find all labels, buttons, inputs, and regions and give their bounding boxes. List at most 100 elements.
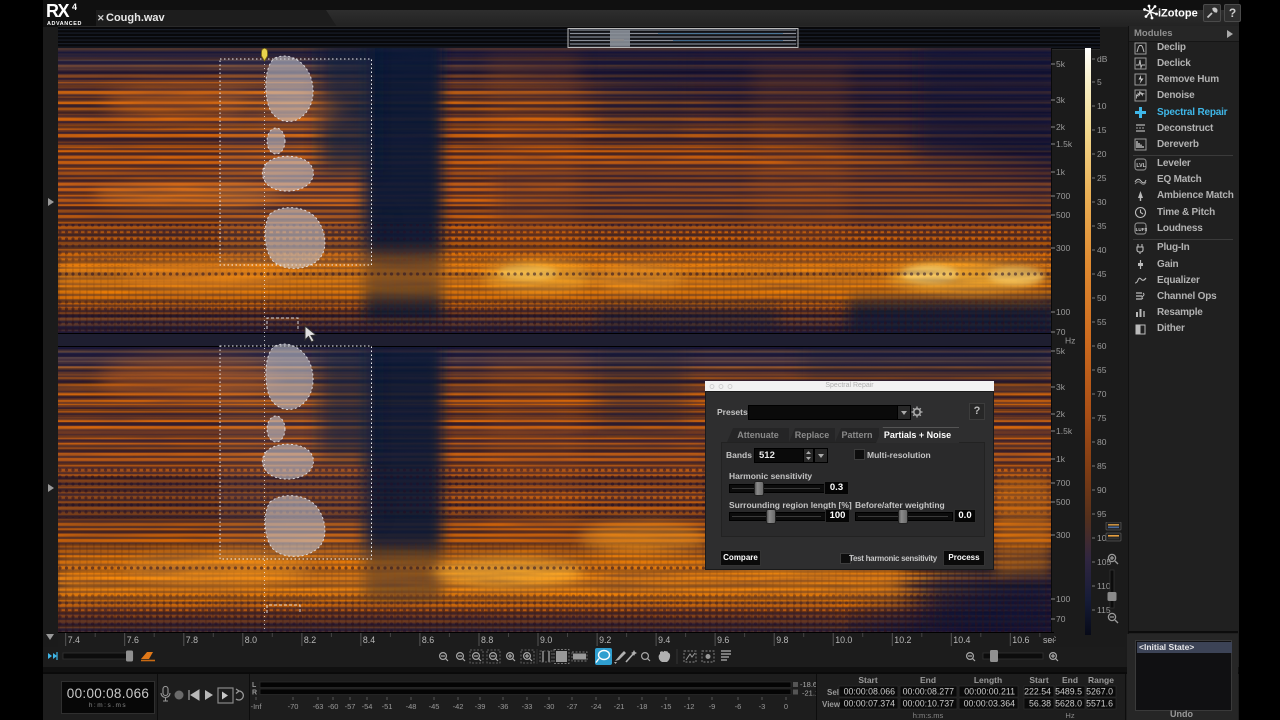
svg-text:-6: -6 xyxy=(735,702,742,711)
svg-text:75: 75 xyxy=(1097,413,1107,423)
svg-text:7.4: 7.4 xyxy=(68,635,80,645)
svg-text:Sel: Sel xyxy=(827,688,839,697)
svg-text:10.0: 10.0 xyxy=(835,635,852,645)
svg-text:8.0: 8.0 xyxy=(245,635,257,645)
svg-text:-12: -12 xyxy=(684,702,695,711)
svg-text:7.8: 7.8 xyxy=(186,635,198,645)
svg-text:35: 35 xyxy=(1097,221,1107,231)
svg-text:8.8: 8.8 xyxy=(481,635,493,645)
svg-text:00:00:08.277: 00:00:08.277 xyxy=(903,687,954,697)
svg-text:3k: 3k xyxy=(1056,95,1066,105)
svg-text:222.54: 222.54 xyxy=(1024,687,1051,697)
svg-text:-48: -48 xyxy=(406,702,417,711)
svg-text:9.4: 9.4 xyxy=(658,635,670,645)
svg-text:-36: -36 xyxy=(498,702,509,711)
svg-text:10: 10 xyxy=(1097,101,1107,111)
svg-text:1.5k: 1.5k xyxy=(1056,139,1073,149)
svg-text:-30: -30 xyxy=(544,702,555,711)
svg-text:-27: -27 xyxy=(567,702,578,711)
svg-text:-39: -39 xyxy=(475,702,486,711)
svg-text:90: 90 xyxy=(1097,485,1107,495)
svg-text:Hz: Hz xyxy=(1065,336,1075,346)
svg-text:Start: Start xyxy=(1029,675,1049,685)
svg-text:-3: -3 xyxy=(759,702,766,711)
svg-text:00:00:07.374: 00:00:07.374 xyxy=(844,699,895,709)
svg-text:5489.5: 5489.5 xyxy=(1055,687,1082,697)
svg-text:-33: -33 xyxy=(522,702,533,711)
svg-text:100: 100 xyxy=(1056,307,1070,317)
svg-text:60: 60 xyxy=(1097,341,1107,351)
svg-text:-51: -51 xyxy=(382,702,393,711)
svg-text:-Inf: -Inf xyxy=(251,702,263,711)
svg-text:1k: 1k xyxy=(1056,167,1066,177)
svg-text:95: 95 xyxy=(1097,509,1107,519)
svg-text:R: R xyxy=(252,690,257,697)
svg-text:56.38: 56.38 xyxy=(1029,699,1051,709)
svg-text:30: 30 xyxy=(1097,197,1107,207)
svg-text:Length: Length xyxy=(974,675,1002,685)
svg-text:5267.0: 5267.0 xyxy=(1086,687,1113,697)
svg-text:h:m:s.ms: h:m:s.ms xyxy=(913,711,944,720)
svg-text:70: 70 xyxy=(1097,389,1107,399)
svg-text:-45: -45 xyxy=(429,702,440,711)
svg-text:700: 700 xyxy=(1056,191,1070,201)
svg-text:8.2: 8.2 xyxy=(304,635,316,645)
svg-text:4: 4 xyxy=(72,2,77,12)
svg-text:80: 80 xyxy=(1097,437,1107,447)
svg-text:15: 15 xyxy=(1097,125,1107,135)
svg-text:-70: -70 xyxy=(288,702,299,711)
svg-text:Hz: Hz xyxy=(1065,711,1074,720)
svg-text:00:00:03.364: 00:00:03.364 xyxy=(964,699,1015,709)
svg-text:-42: -42 xyxy=(453,702,464,711)
svg-text:iZotope: iZotope xyxy=(1158,8,1198,20)
svg-text:10.4: 10.4 xyxy=(953,635,970,645)
svg-text:-24: -24 xyxy=(591,702,602,711)
svg-text:-57: -57 xyxy=(345,702,356,711)
svg-text:5k: 5k xyxy=(1056,346,1066,356)
svg-text:700: 700 xyxy=(1056,478,1070,488)
svg-text:10.2: 10.2 xyxy=(894,635,911,645)
svg-text:00:00:10.737: 00:00:10.737 xyxy=(903,699,954,709)
svg-text:55: 55 xyxy=(1097,317,1107,327)
svg-text:5571.6: 5571.6 xyxy=(1086,699,1113,709)
svg-text:1k: 1k xyxy=(1056,454,1066,464)
svg-text:Start: Start xyxy=(858,675,878,685)
svg-text:-9: -9 xyxy=(709,702,716,711)
svg-text:500: 500 xyxy=(1056,210,1070,220)
svg-text:-60: -60 xyxy=(328,702,339,711)
svg-text:1.5k: 1.5k xyxy=(1056,426,1073,436)
svg-text:-54: -54 xyxy=(362,702,373,711)
svg-text:100: 100 xyxy=(1056,594,1070,604)
svg-text:9.8: 9.8 xyxy=(776,635,788,645)
svg-text:45: 45 xyxy=(1097,269,1107,279)
svg-text:0: 0 xyxy=(784,702,788,711)
svg-text:RX: RX xyxy=(46,1,69,21)
svg-text:20: 20 xyxy=(1097,149,1107,159)
svg-text:L: L xyxy=(252,682,257,689)
svg-text:-15: -15 xyxy=(661,702,672,711)
svg-text:5: 5 xyxy=(1097,77,1102,87)
svg-text:-21: -21 xyxy=(614,702,625,711)
svg-text:9.0: 9.0 xyxy=(540,635,552,645)
svg-text:2k: 2k xyxy=(1056,409,1066,419)
svg-text:70: 70 xyxy=(1056,614,1066,624)
svg-text:65: 65 xyxy=(1097,365,1107,375)
svg-text:dB: dB xyxy=(1097,54,1108,64)
svg-text:5628.0: 5628.0 xyxy=(1055,699,1082,709)
svg-text:2k: 2k xyxy=(1056,122,1066,132)
svg-text:-18: -18 xyxy=(637,702,648,711)
svg-text:9.6: 9.6 xyxy=(717,635,729,645)
svg-text:500: 500 xyxy=(1056,497,1070,507)
svg-text:00:00:08.066: 00:00:08.066 xyxy=(844,687,895,697)
svg-text:-63: -63 xyxy=(313,702,324,711)
svg-text:3k: 3k xyxy=(1056,382,1066,392)
svg-text:00:00:00.211: 00:00:00.211 xyxy=(964,687,1015,697)
svg-text:9.2: 9.2 xyxy=(599,635,611,645)
svg-text:7.6: 7.6 xyxy=(127,635,139,645)
svg-text:LUFS: LUFS xyxy=(1136,227,1147,232)
svg-text:-21.1: -21.1 xyxy=(802,689,816,698)
svg-text:View: View xyxy=(822,700,841,709)
svg-text:8.6: 8.6 xyxy=(422,635,434,645)
svg-text:sec: sec xyxy=(1043,635,1054,645)
svg-text:300: 300 xyxy=(1056,530,1070,540)
